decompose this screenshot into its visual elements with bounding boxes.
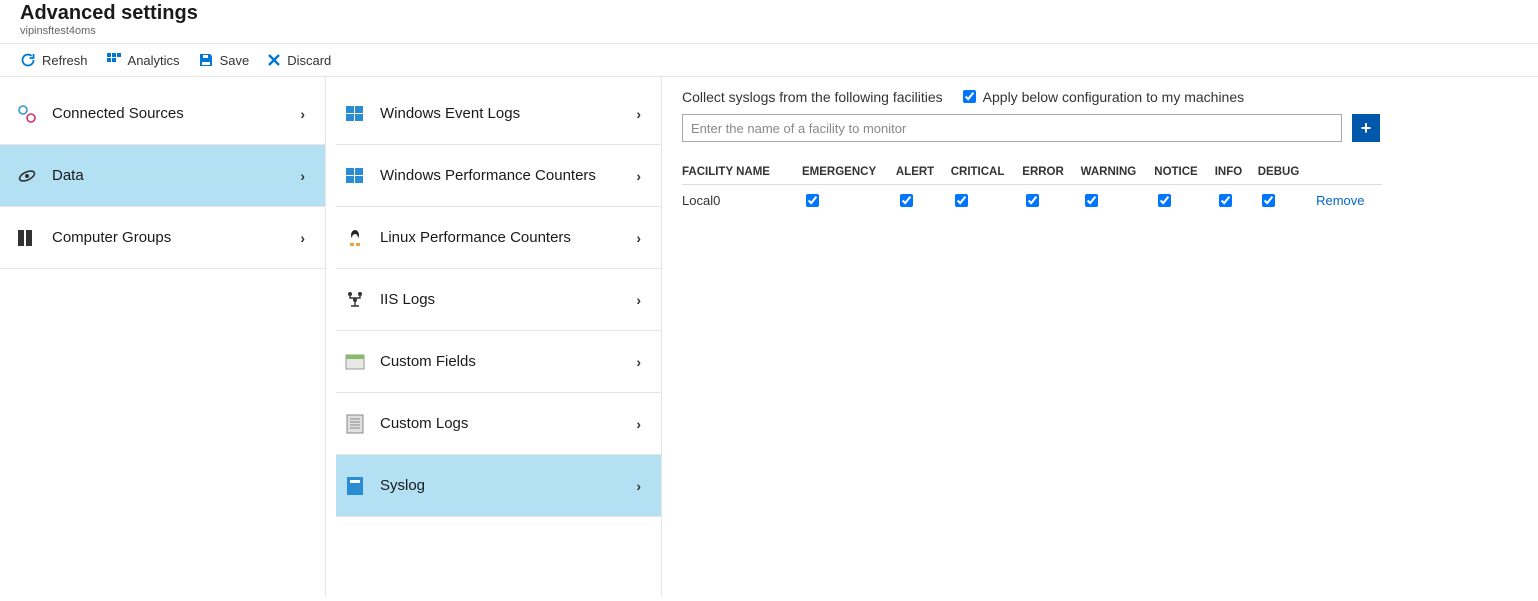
nav-linux-perf-counters[interactable]: Linux Performance Counters › (336, 207, 661, 269)
discard-label: Discard (287, 53, 331, 68)
nav-syslog[interactable]: Syslog › (336, 455, 661, 517)
chevron-right-icon: › (300, 106, 305, 122)
col-debug: DEBUG (1258, 160, 1316, 185)
nav-windows-event-logs[interactable]: Windows Event Logs › (336, 83, 661, 145)
cb-alert[interactable] (900, 194, 913, 207)
nav-label: Data (52, 167, 84, 184)
col-error: ERROR (1022, 160, 1080, 185)
page-header: Advanced settings vipinsftest4oms (0, 0, 1538, 44)
secondary-nav: Windows Event Logs › Windows Performance… (326, 77, 662, 597)
chevron-right-icon: › (300, 168, 305, 184)
nav-custom-fields[interactable]: Custom Fields › (336, 331, 661, 393)
cb-warning[interactable] (1085, 194, 1098, 207)
linux-icon (344, 227, 366, 249)
facility-input[interactable] (682, 114, 1342, 142)
page-title: Advanced settings (20, 2, 1518, 25)
windows-icon (344, 103, 366, 125)
discard-icon (267, 53, 281, 67)
analytics-button[interactable]: Analytics (106, 52, 180, 68)
nav-label: Computer Groups (52, 229, 171, 246)
chevron-right-icon: › (636, 416, 641, 432)
col-critical: CRITICAL (951, 160, 1023, 185)
primary-nav: Connected Sources › Data › Com (0, 77, 326, 597)
apply-config-label: Apply below configuration to my machines (983, 89, 1244, 105)
nav-label: IIS Logs (380, 291, 435, 308)
nav-label: Windows Event Logs (380, 105, 520, 122)
windows-icon (344, 165, 366, 187)
iis-icon (344, 289, 366, 311)
cb-notice[interactable] (1158, 194, 1171, 207)
col-warning: WARNING (1081, 160, 1155, 185)
save-button[interactable]: Save (198, 52, 250, 68)
analytics-icon (106, 52, 122, 68)
save-label: Save (220, 53, 250, 68)
syslog-icon (344, 475, 366, 497)
chevron-right-icon: › (636, 478, 641, 494)
nav-label: Custom Fields (380, 353, 476, 370)
cb-critical[interactable] (955, 194, 968, 207)
col-notice: NOTICE (1154, 160, 1214, 185)
col-info: INFO (1215, 160, 1258, 185)
analytics-label: Analytics (128, 53, 180, 68)
cb-info[interactable] (1219, 194, 1232, 207)
custom-logs-icon (344, 413, 366, 435)
col-facility: FACILITY NAME (682, 160, 802, 185)
syslog-heading: Collect syslogs from the following facil… (682, 89, 943, 105)
nav-custom-logs[interactable]: Custom Logs › (336, 393, 661, 455)
resource-name: vipinsftest4oms (20, 25, 1518, 37)
refresh-icon (20, 52, 36, 68)
chevron-right-icon: › (636, 354, 641, 370)
computer-groups-icon (16, 227, 38, 249)
chevron-right-icon: › (636, 168, 641, 184)
chevron-right-icon: › (636, 106, 641, 122)
save-icon (198, 52, 214, 68)
facility-name: Local0 (682, 185, 802, 217)
table-row: Local0 Remove (682, 185, 1382, 217)
apply-config-checkbox[interactable]: Apply below configuration to my machines (959, 87, 1244, 106)
nav-label: Windows Performance Counters (380, 167, 596, 184)
nav-connected-sources[interactable]: Connected Sources › (0, 83, 325, 145)
col-emergency: EMERGENCY (802, 160, 896, 185)
nav-label: Custom Logs (380, 415, 468, 432)
remove-link[interactable]: Remove (1316, 193, 1364, 208)
nav-label: Syslog (380, 477, 425, 494)
chevron-right-icon: › (636, 292, 641, 308)
chevron-right-icon: › (636, 230, 641, 246)
col-alert: ALERT (896, 160, 951, 185)
refresh-button[interactable]: Refresh (20, 52, 88, 68)
syslog-panel: Collect syslogs from the following facil… (662, 77, 1538, 597)
nav-data[interactable]: Data › (0, 145, 325, 207)
cb-error[interactable] (1026, 194, 1039, 207)
cb-debug[interactable] (1262, 194, 1275, 207)
syslog-table: FACILITY NAME EMERGENCY ALERT CRITICAL E… (682, 160, 1382, 216)
nav-label: Linux Performance Counters (380, 229, 571, 246)
nav-label: Connected Sources (52, 105, 184, 122)
nav-windows-perf-counters[interactable]: Windows Performance Counters › (336, 145, 661, 207)
data-icon (16, 165, 38, 187)
connected-sources-icon (16, 103, 38, 125)
add-facility-button[interactable]: + (1352, 114, 1380, 142)
nav-computer-groups[interactable]: Computer Groups › (0, 207, 325, 269)
apply-config-input[interactable] (963, 90, 976, 103)
toolbar: Refresh Analytics Save Discard (0, 44, 1538, 77)
chevron-right-icon: › (300, 230, 305, 246)
cb-emergency[interactable] (806, 194, 819, 207)
custom-fields-icon (344, 351, 366, 373)
discard-button[interactable]: Discard (267, 53, 331, 68)
refresh-label: Refresh (42, 53, 88, 68)
nav-iis-logs[interactable]: IIS Logs › (336, 269, 661, 331)
